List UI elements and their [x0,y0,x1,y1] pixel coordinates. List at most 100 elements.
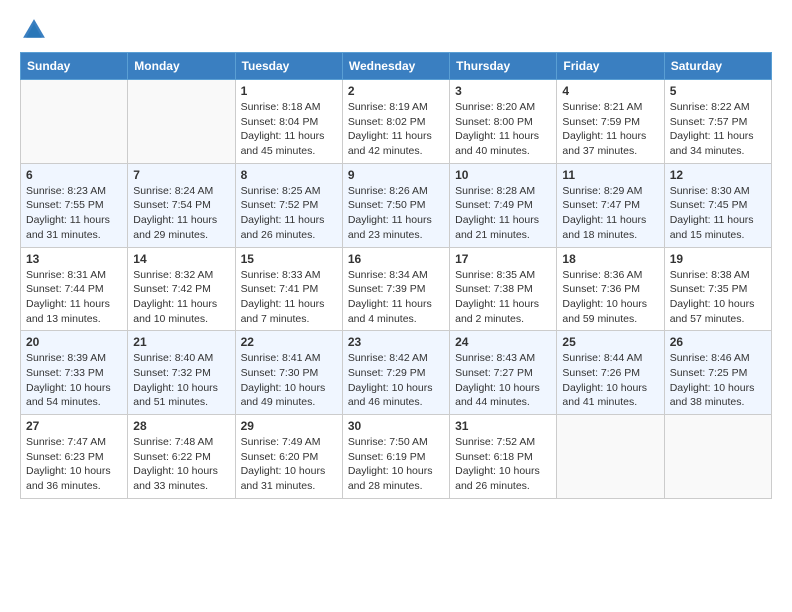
day-number: 28 [133,419,229,433]
calendar-cell: 4Sunrise: 8:21 AM Sunset: 7:59 PM Daylig… [557,80,664,164]
day-info: Sunrise: 8:44 AM Sunset: 7:26 PM Dayligh… [562,351,658,410]
week-row-4: 20 Sunrise: 8:39 AM Sunset: 7:33 PM Dayli… [21,331,772,415]
calendar-cell: 3 Sunrise: 8:20 AM Sunset: 8:00 PM Daylig… [450,80,557,164]
day-number: 9 [348,168,444,182]
day-number: 19 [670,252,766,266]
day-number: 2 [348,84,444,98]
week-row-1: 1Sunrise: 8:18 AM Sunset: 8:04 PM Daylig… [21,80,772,164]
day-header-wednesday: Wednesday [342,53,449,80]
day-number: 14 [133,252,229,266]
calendar-header-row: SundayMondayTuesdayWednesdayThursdayFrid… [21,53,772,80]
day-header-sunday: Sunday [21,53,128,80]
day-number: 23 [348,335,444,349]
week-row-5: 27 Sunrise: 7:47 AM Sunset: 6:23 PM Dayli… [21,415,772,499]
day-info: Sunrise: 7:49 AM Sunset: 6:20 PM Dayligh… [241,435,337,494]
day-info: Sunrise: 7:50 AM Sunset: 6:19 PM Dayligh… [348,435,444,494]
day-info: Sunrise: 8:30 AM Sunset: 7:45 PM Dayligh… [670,184,766,243]
calendar-cell: 11 Sunrise: 8:29 AM Sunset: 7:47 PM Dayli… [557,163,664,247]
calendar-cell: 12 Sunrise: 8:30 AM Sunset: 7:45 PM Dayli… [664,163,771,247]
day-number: 15 [241,252,337,266]
calendar-cell: 24 Sunrise: 8:43 AM Sunset: 7:27 PM Dayli… [450,331,557,415]
calendar-cell: 16 Sunrise: 8:34 AM Sunset: 7:39 PM Dayli… [342,247,449,331]
day-info: Sunrise: 8:36 AM Sunset: 7:36 PM Dayligh… [562,268,658,327]
calendar-cell: 1Sunrise: 8:18 AM Sunset: 8:04 PM Daylig… [235,80,342,164]
day-info: Sunrise: 8:18 AM Sunset: 8:04 PM Dayligh… [241,100,337,159]
calendar-cell: 9 Sunrise: 8:26 AM Sunset: 7:50 PM Daylig… [342,163,449,247]
day-info: Sunrise: 8:28 AM Sunset: 7:49 PM Dayligh… [455,184,551,243]
day-number: 10 [455,168,551,182]
calendar-cell [557,415,664,499]
calendar-cell: 7Sunrise: 8:24 AM Sunset: 7:54 PM Daylig… [128,163,235,247]
day-info: Sunrise: 8:26 AM Sunset: 7:50 PM Dayligh… [348,184,444,243]
day-number: 13 [26,252,122,266]
logo-icon [20,16,48,44]
day-info: Sunrise: 8:33 AM Sunset: 7:41 PM Dayligh… [241,268,337,327]
calendar-cell: 29 Sunrise: 7:49 AM Sunset: 6:20 PM Dayli… [235,415,342,499]
calendar-cell: 14Sunrise: 8:32 AM Sunset: 7:42 PM Dayli… [128,247,235,331]
calendar-cell: 6 Sunrise: 8:23 AM Sunset: 7:55 PM Daylig… [21,163,128,247]
day-info: Sunrise: 7:48 AM Sunset: 6:22 PM Dayligh… [133,435,229,494]
calendar-cell [128,80,235,164]
calendar-cell: 30 Sunrise: 7:50 AM Sunset: 6:19 PM Dayli… [342,415,449,499]
logo [20,16,52,44]
calendar-cell: 27 Sunrise: 7:47 AM Sunset: 6:23 PM Dayli… [21,415,128,499]
day-info: Sunrise: 8:34 AM Sunset: 7:39 PM Dayligh… [348,268,444,327]
day-number: 8 [241,168,337,182]
calendar-cell: 31Sunrise: 7:52 AM Sunset: 6:18 PM Dayli… [450,415,557,499]
calendar-table: SundayMondayTuesdayWednesdayThursdayFrid… [20,52,772,499]
day-number: 5 [670,84,766,98]
day-number: 4 [562,84,658,98]
day-number: 16 [348,252,444,266]
week-row-3: 13 Sunrise: 8:31 AM Sunset: 7:44 PM Dayli… [21,247,772,331]
calendar-cell: 5Sunrise: 8:22 AM Sunset: 7:57 PM Daylig… [664,80,771,164]
calendar-cell: 25 Sunrise: 8:44 AM Sunset: 7:26 PM Dayli… [557,331,664,415]
day-info: Sunrise: 8:39 AM Sunset: 7:33 PM Dayligh… [26,351,122,410]
day-number: 22 [241,335,337,349]
calendar-cell: 28 Sunrise: 7:48 AM Sunset: 6:22 PM Dayli… [128,415,235,499]
day-number: 18 [562,252,658,266]
day-info: Sunrise: 8:41 AM Sunset: 7:30 PM Dayligh… [241,351,337,410]
week-row-2: 6 Sunrise: 8:23 AM Sunset: 7:55 PM Daylig… [21,163,772,247]
day-info: Sunrise: 8:38 AM Sunset: 7:35 PM Dayligh… [670,268,766,327]
day-number: 26 [670,335,766,349]
day-info: Sunrise: 8:29 AM Sunset: 7:47 PM Dayligh… [562,184,658,243]
day-number: 25 [562,335,658,349]
calendar-cell: 19 Sunrise: 8:38 AM Sunset: 7:35 PM Dayli… [664,247,771,331]
day-info: Sunrise: 8:43 AM Sunset: 7:27 PM Dayligh… [455,351,551,410]
day-header-monday: Monday [128,53,235,80]
calendar-cell: 23Sunrise: 8:42 AM Sunset: 7:29 PM Dayli… [342,331,449,415]
day-header-thursday: Thursday [450,53,557,80]
day-info: Sunrise: 8:20 AM Sunset: 8:00 PM Dayligh… [455,100,551,159]
day-info: Sunrise: 8:40 AM Sunset: 7:32 PM Dayligh… [133,351,229,410]
page-header [20,16,772,44]
day-number: 31 [455,419,551,433]
day-number: 30 [348,419,444,433]
day-header-saturday: Saturday [664,53,771,80]
day-number: 12 [670,168,766,182]
day-info: Sunrise: 8:19 AM Sunset: 8:02 PM Dayligh… [348,100,444,159]
calendar-cell: 8 Sunrise: 8:25 AM Sunset: 7:52 PM Daylig… [235,163,342,247]
day-number: 27 [26,419,122,433]
calendar-cell: 17 Sunrise: 8:35 AM Sunset: 7:38 PM Dayli… [450,247,557,331]
day-info: Sunrise: 8:23 AM Sunset: 7:55 PM Dayligh… [26,184,122,243]
day-info: Sunrise: 8:31 AM Sunset: 7:44 PM Dayligh… [26,268,122,327]
day-number: 20 [26,335,122,349]
day-info: Sunrise: 7:47 AM Sunset: 6:23 PM Dayligh… [26,435,122,494]
day-number: 3 [455,84,551,98]
calendar-cell: 21Sunrise: 8:40 AM Sunset: 7:32 PM Dayli… [128,331,235,415]
day-number: 29 [241,419,337,433]
calendar-cell: 13 Sunrise: 8:31 AM Sunset: 7:44 PM Dayli… [21,247,128,331]
day-number: 6 [26,168,122,182]
day-number: 24 [455,335,551,349]
calendar-cell: 10 Sunrise: 8:28 AM Sunset: 7:49 PM Dayli… [450,163,557,247]
calendar-cell: 26Sunrise: 8:46 AM Sunset: 7:25 PM Dayli… [664,331,771,415]
calendar-cell: 18 Sunrise: 8:36 AM Sunset: 7:36 PM Dayli… [557,247,664,331]
day-number: 17 [455,252,551,266]
calendar-cell [21,80,128,164]
calendar-cell: 22 Sunrise: 8:41 AM Sunset: 7:30 PM Dayli… [235,331,342,415]
day-info: Sunrise: 8:25 AM Sunset: 7:52 PM Dayligh… [241,184,337,243]
day-info: Sunrise: 8:35 AM Sunset: 7:38 PM Dayligh… [455,268,551,327]
calendar-cell: 20 Sunrise: 8:39 AM Sunset: 7:33 PM Dayli… [21,331,128,415]
day-number: 11 [562,168,658,182]
day-header-friday: Friday [557,53,664,80]
